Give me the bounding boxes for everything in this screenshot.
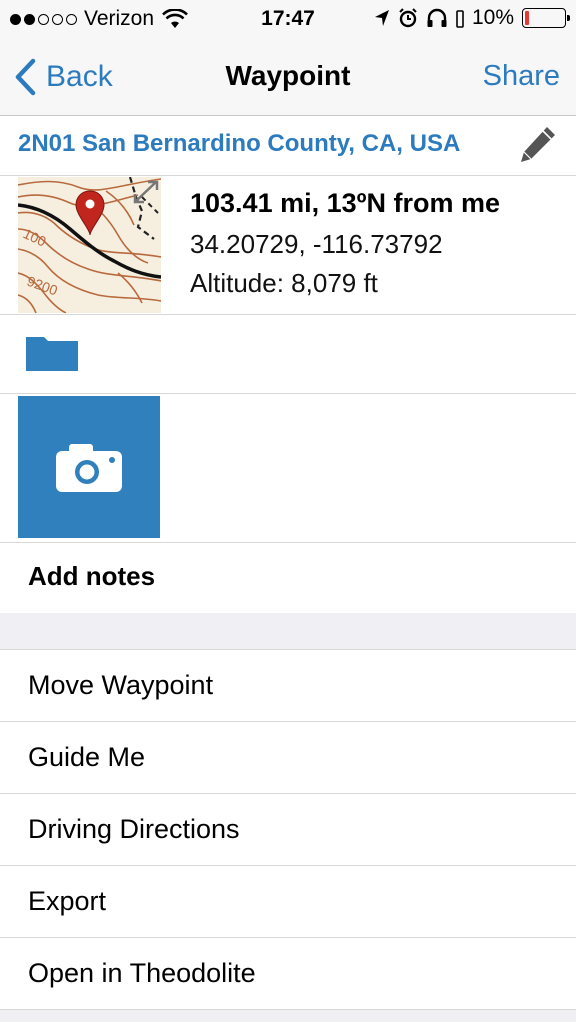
add-notes-label: Add notes bbox=[28, 561, 156, 591]
map-thumbnail[interactable]: 100 9200 bbox=[18, 177, 161, 313]
back-button-label: Back bbox=[46, 60, 113, 93]
camera-icon bbox=[56, 444, 122, 492]
pencil-icon[interactable] bbox=[516, 124, 558, 166]
battery-icon bbox=[522, 8, 570, 28]
add-photo-button[interactable] bbox=[18, 396, 160, 538]
status-bar: Verizon 17:47 10% bbox=[0, 0, 576, 38]
location-title[interactable]: 2N01 San Bernardino County, CA, USA bbox=[18, 130, 460, 158]
location-title-row: 2N01 San Bernardino County, CA, USA bbox=[0, 116, 576, 176]
waypoint-info-row: 100 9200 103.41 mi, 13ºN from me 34.2072… bbox=[0, 176, 576, 315]
folder-icon bbox=[26, 337, 78, 371]
battery-lock-icon bbox=[456, 10, 464, 28]
alarm-icon bbox=[399, 8, 417, 28]
navigation-bar: Back Waypoint Share bbox=[0, 38, 576, 116]
waypoint-info-text: 103.41 mi, 13ºN from me 34.20729, -116.7… bbox=[190, 188, 500, 299]
back-button[interactable]: Back bbox=[14, 58, 113, 96]
status-right: 10% bbox=[374, 6, 570, 30]
driving-directions-button[interactable]: Driving Directions bbox=[0, 794, 576, 866]
move-waypoint-button[interactable]: Move Waypoint bbox=[0, 650, 576, 722]
add-notes-row[interactable]: Add notes bbox=[0, 543, 576, 614]
guide-me-button[interactable]: Guide Me bbox=[0, 722, 576, 794]
altitude: Altitude: 8,079 ft bbox=[190, 268, 378, 298]
headphones-icon bbox=[427, 8, 447, 27]
coordinates: 34.20729, -116.73792 bbox=[190, 229, 443, 259]
folder-row[interactable] bbox=[0, 315, 576, 394]
share-button[interactable]: Share bbox=[483, 60, 560, 93]
location-arrow-icon bbox=[374, 10, 389, 26]
expand-icon[interactable] bbox=[132, 179, 160, 205]
photo-row bbox=[0, 394, 576, 543]
distance-bearing: 103.41 mi, 13ºN from me bbox=[190, 188, 501, 218]
battery-percent: 10% bbox=[471, 6, 514, 29]
open-in-theodolite-button[interactable]: Open in Theodolite bbox=[0, 938, 576, 1010]
chevron-left-icon bbox=[15, 58, 36, 96]
export-button[interactable]: Export bbox=[0, 866, 576, 938]
actions-list: Move Waypoint Guide Me Driving Direction… bbox=[0, 650, 576, 1010]
section-separator bbox=[0, 613, 576, 650]
waypoint-details: 2N01 San Bernardino County, CA, USA 100 … bbox=[0, 116, 576, 614]
